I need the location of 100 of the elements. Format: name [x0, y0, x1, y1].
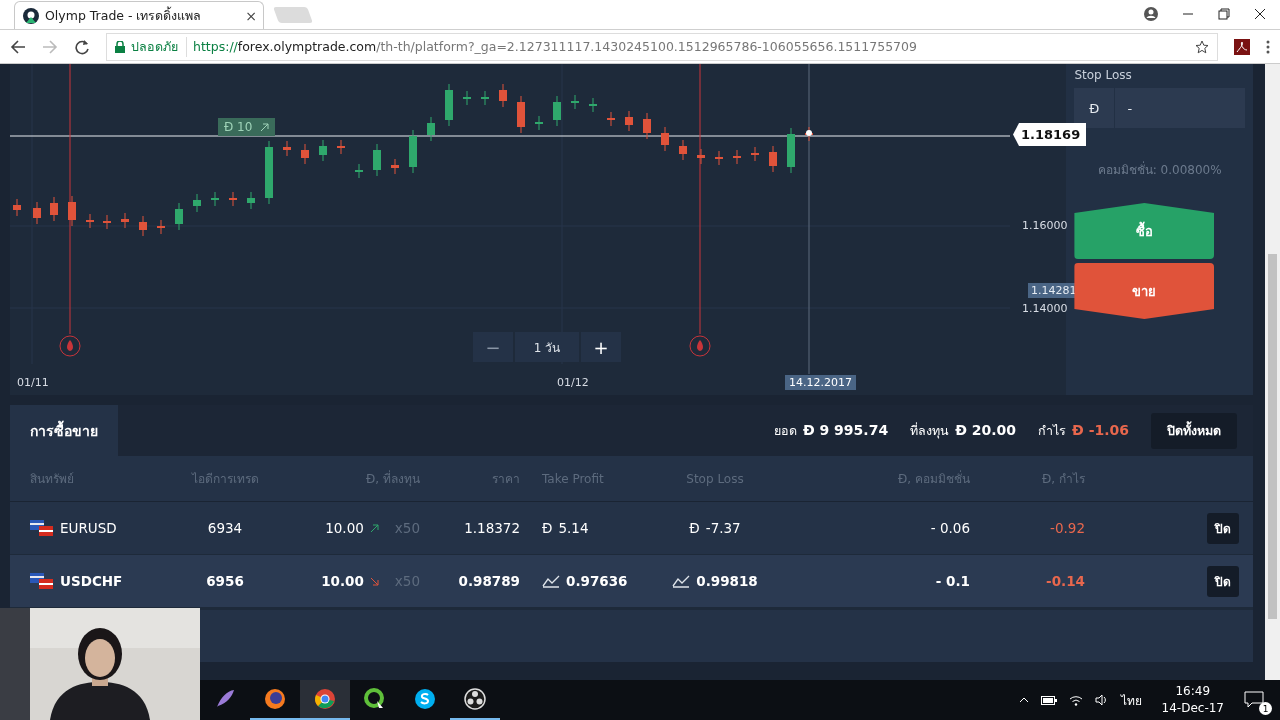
skype-app-icon — [413, 687, 437, 711]
candle — [463, 90, 471, 106]
zoom-out-button[interactable]: − — [473, 332, 513, 362]
table-cell: 0.97636 — [566, 573, 628, 589]
candle — [625, 110, 633, 132]
close-trade-button[interactable]: ปิด — [1207, 512, 1239, 544]
deal-badge: Đ 10 — [218, 118, 276, 136]
candle — [229, 191, 237, 207]
candle — [697, 148, 705, 165]
flame-icon[interactable] — [59, 335, 81, 357]
timeframe-button[interactable]: 1 วัน — [515, 332, 579, 362]
column-header: สินทรัพย์ — [30, 471, 74, 488]
star-icon[interactable] — [1195, 39, 1209, 54]
candle — [499, 83, 507, 108]
table-cell: -7.37 — [705, 520, 741, 536]
obs-app-icon — [463, 687, 487, 711]
candle — [571, 94, 579, 110]
lock-icon — [115, 40, 125, 53]
taskbar-app-button[interactable] — [300, 680, 350, 720]
table-cell: 5.14 — [558, 520, 589, 536]
close-icon[interactable] — [1254, 8, 1266, 20]
trades-tab[interactable]: การซื้อขาย — [10, 405, 118, 456]
candle — [535, 115, 543, 131]
candle — [679, 139, 687, 161]
candle — [301, 143, 309, 165]
candle — [715, 150, 723, 166]
candle — [175, 202, 183, 231]
candle — [103, 214, 111, 230]
trade-row[interactable]: EURUSD 6934 10.00 x50 1.18372 Đ 5.14 Đ -7.37 - 0.06 -0.92 ปิด — [10, 502, 1253, 555]
candle — [121, 212, 129, 229]
column-header: Take Profit — [542, 471, 604, 486]
field-label: Stop Loss — [1074, 68, 1133, 82]
column-header: Đ, คอมมิชชั่น — [898, 469, 970, 488]
column-header: ราคา — [492, 471, 520, 488]
candle — [86, 213, 94, 229]
flame-icon[interactable] — [689, 335, 711, 357]
rate-chart-icon — [672, 574, 691, 588]
address-bar[interactable]: ปลอดภัย https://forex.olymptrade.com/th-th/platform?_ga=2.127311117.1430245100.1512965786-106055656.1511755709 — [106, 32, 1218, 61]
balance-text: ยอด Đ 9 995.74 — [773, 420, 889, 440]
table-cell: - 0.06 — [930, 520, 970, 536]
clock[interactable]: 16:49 14-Dec-17 — [1161, 683, 1224, 717]
table-cell: 1.18372 — [464, 520, 520, 536]
restore-icon[interactable] — [1218, 8, 1230, 20]
candle — [247, 191, 255, 210]
table-cell: 10.00 — [325, 520, 364, 536]
candle — [769, 145, 777, 173]
battery-icon[interactable] — [1040, 695, 1057, 705]
wifi-icon[interactable] — [1068, 694, 1083, 706]
pdf-extension-icon[interactable] — [1234, 38, 1250, 55]
chevron-up-icon[interactable] — [1018, 697, 1029, 703]
currency-sign: Đ — [542, 520, 553, 536]
close-all-button[interactable]: ปิดทั้งหมด — [1151, 412, 1237, 449]
profile-icon[interactable] — [1144, 7, 1158, 21]
candle — [643, 112, 651, 140]
candle — [481, 90, 489, 106]
candle — [319, 139, 327, 162]
stop-loss-field[interactable]: Đ - — [1074, 88, 1245, 128]
language-indicator[interactable]: ไทย — [1120, 690, 1142, 710]
q-app-icon — [363, 687, 387, 711]
table-cell: 0.98789 — [458, 573, 520, 589]
candle — [33, 201, 41, 225]
rate-chart-icon — [542, 574, 560, 588]
currency-sign: Đ — [689, 520, 700, 536]
price-point — [806, 130, 812, 136]
candle — [445, 83, 453, 127]
candle — [139, 215, 147, 237]
scrollbar[interactable] — [1265, 64, 1280, 680]
column-header: Đ, ที่ลงทุน — [366, 469, 420, 488]
table-cell: -0.92 — [1050, 520, 1085, 536]
candle — [427, 116, 435, 142]
candle — [409, 129, 417, 174]
candle — [391, 158, 399, 175]
candle — [589, 97, 597, 113]
column-header: Stop Loss — [686, 471, 744, 486]
asset-name: EURUSD — [60, 520, 117, 536]
volume-icon[interactable] — [1094, 694, 1109, 706]
column-header: ไอดีการเทรด — [191, 471, 259, 488]
chrome-app-icon — [313, 687, 337, 711]
menu-icon[interactable] — [1266, 39, 1270, 54]
multiplier-text: x50 — [394, 520, 420, 536]
date-tag: 14.12.2017 — [785, 375, 856, 390]
close-tab-button[interactable]: × — [245, 7, 257, 24]
browser-tab[interactable]: Olymp Trade - เทรดดิ้งแพล × — [14, 1, 264, 29]
candle — [517, 95, 525, 134]
candle — [13, 198, 21, 217]
table-cell: 6934 — [207, 520, 243, 536]
table-cell: 0.99818 — [696, 573, 758, 589]
arrow-up-right-icon — [260, 122, 270, 132]
back-icon[interactable] — [10, 38, 26, 55]
sell-button[interactable]: ขาย — [1074, 263, 1215, 319]
candle — [265, 140, 273, 205]
zoom-in-button[interactable]: + — [581, 332, 621, 362]
candle — [50, 196, 58, 222]
table-cell: 10.00 — [321, 573, 364, 589]
close-trade-button[interactable]: ปิด — [1207, 565, 1239, 597]
reload-icon[interactable] — [74, 38, 90, 55]
candle — [661, 126, 669, 152]
table-cell: -0.14 — [1046, 573, 1085, 589]
flag-pair-icon — [30, 572, 54, 590]
candle — [607, 111, 615, 127]
